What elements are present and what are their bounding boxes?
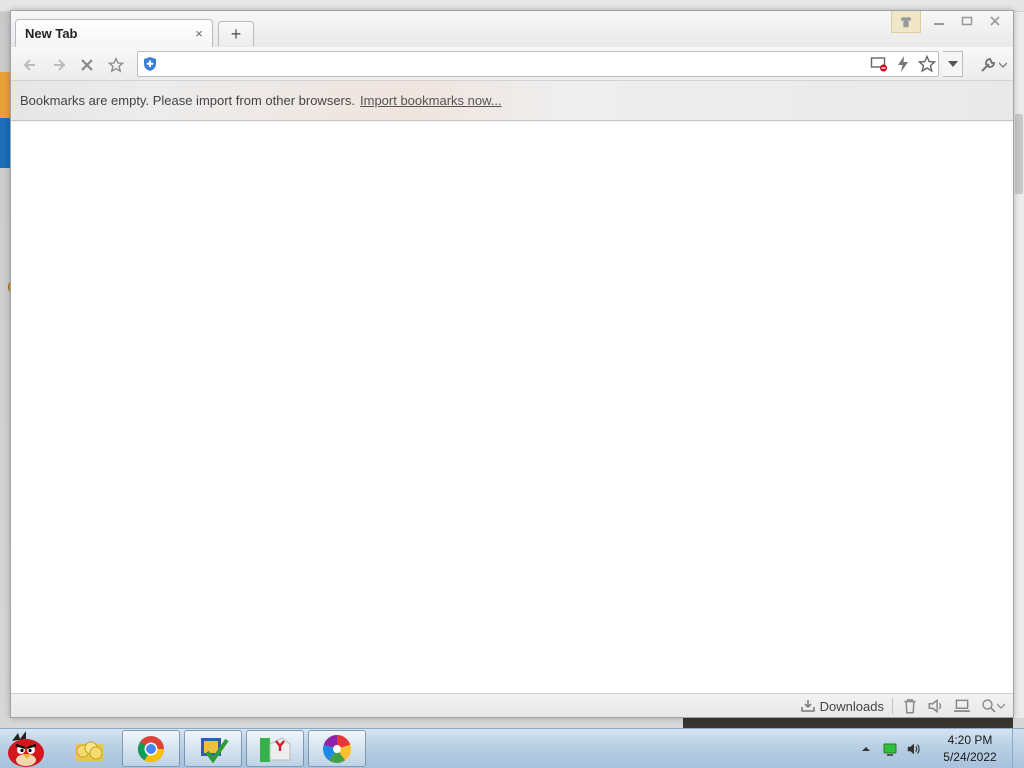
chevron-down-icon xyxy=(999,62,1007,68)
new-tab-button[interactable]: + xyxy=(218,21,254,46)
close-button[interactable] xyxy=(981,11,1009,31)
trash-icon xyxy=(904,699,916,714)
start-button[interactable] xyxy=(2,729,52,768)
bookmark-star-button[interactable] xyxy=(918,55,936,73)
stop-x-icon xyxy=(81,59,93,71)
scrollbar-thumb[interactable] xyxy=(1015,114,1023,194)
wrench-icon xyxy=(981,57,996,72)
tab-title: New Tab xyxy=(25,26,78,41)
chevron-up-icon xyxy=(862,747,870,751)
star-outline-icon xyxy=(918,55,936,73)
skin-button[interactable] xyxy=(891,11,921,33)
stop-button[interactable] xyxy=(77,55,97,75)
security-shield-icon xyxy=(144,57,156,71)
address-dropdown-button[interactable] xyxy=(943,51,963,77)
screen-capture-button[interactable] xyxy=(870,55,888,73)
taskbar-chrome[interactable] xyxy=(122,730,180,767)
back-arrow-icon xyxy=(23,59,35,71)
file-explorer-icon xyxy=(75,741,103,761)
speed-mode-button[interactable] xyxy=(894,55,912,73)
downloads-label: Downloads xyxy=(819,698,884,714)
taskbar-installer-app[interactable] xyxy=(246,730,304,767)
import-bookmarks-link[interactable]: Import bookmarks now... xyxy=(360,93,502,108)
device-button[interactable] xyxy=(953,697,971,715)
media-player-icon xyxy=(323,734,351,763)
address-bar-actions xyxy=(870,54,936,74)
taskbar-explorer[interactable] xyxy=(60,730,118,767)
status-bar: Downloads xyxy=(11,693,1013,717)
page-content[interactable] xyxy=(11,122,1013,693)
forward-arrow-icon xyxy=(54,59,66,71)
downloads-button[interactable]: Downloads xyxy=(800,698,884,714)
tab-new-tab[interactable]: New Tab × xyxy=(15,19,213,47)
chevron-down-icon xyxy=(947,61,958,67)
window-controls xyxy=(891,11,1009,35)
download-icon xyxy=(800,700,815,712)
zoom-button[interactable] xyxy=(979,697,1007,715)
taskbar-media-player[interactable] xyxy=(308,730,366,767)
screen-block-icon xyxy=(870,57,887,72)
network-icon xyxy=(883,743,897,756)
bookmarks-bar: Bookmarks are empty. Please import from … xyxy=(11,81,1013,121)
close-icon xyxy=(990,16,1000,26)
taskbar: 4:20 PM 5/24/2022 xyxy=(0,728,1024,768)
title-bar: New Tab × + xyxy=(11,11,1013,47)
browser-window: New Tab × + Bookmarks are empty. Please … xyxy=(10,10,1014,718)
clock-date: 5/24/2022 xyxy=(943,750,997,764)
favorite-button[interactable] xyxy=(106,55,126,75)
background-scrollbar[interactable] xyxy=(1013,12,1024,718)
tshirt-icon xyxy=(900,16,912,27)
checklist-app-icon xyxy=(201,737,229,763)
tab-close-icon[interactable]: × xyxy=(192,26,206,41)
system-clock[interactable]: 4:20 PM 5/24/2022 xyxy=(932,732,1008,766)
status-bar-tools: Downloads xyxy=(800,696,1007,716)
status-divider xyxy=(892,698,893,714)
address-input[interactable] xyxy=(164,55,864,73)
speaker-icon xyxy=(928,698,942,714)
laptop-icon xyxy=(954,699,970,712)
volume-control[interactable] xyxy=(906,741,922,757)
magnifier-icon xyxy=(982,699,996,713)
clear-history-button[interactable] xyxy=(901,697,919,715)
lightning-icon xyxy=(898,56,908,72)
installer-app-icon xyxy=(260,736,291,762)
minimize-icon xyxy=(934,23,944,25)
chrome-icon xyxy=(137,735,165,762)
volume-button[interactable] xyxy=(927,697,945,715)
star-icon xyxy=(108,57,124,73)
maximize-button[interactable] xyxy=(953,11,981,31)
navigation-toolbar xyxy=(11,47,1013,81)
taskbar-checklist-app[interactable] xyxy=(184,730,242,767)
menu-button[interactable] xyxy=(979,55,1009,75)
minimize-button[interactable] xyxy=(925,11,953,31)
speaker-icon xyxy=(907,743,920,755)
chevron-down-icon xyxy=(997,703,1005,709)
forward-button[interactable] xyxy=(49,55,69,75)
clock-time: 4:20 PM xyxy=(947,733,993,747)
restore-icon xyxy=(961,16,973,26)
back-button[interactable] xyxy=(20,55,40,75)
system-tray xyxy=(858,729,922,768)
show-desktop-button[interactable] xyxy=(1012,729,1024,768)
bookmarks-empty-message: Bookmarks are empty. Please import from … xyxy=(20,93,355,108)
show-hidden-icons-button[interactable] xyxy=(858,741,874,757)
angry-bird-icon xyxy=(8,731,44,767)
address-bar[interactable] xyxy=(137,51,939,77)
network-status[interactable] xyxy=(882,741,898,757)
